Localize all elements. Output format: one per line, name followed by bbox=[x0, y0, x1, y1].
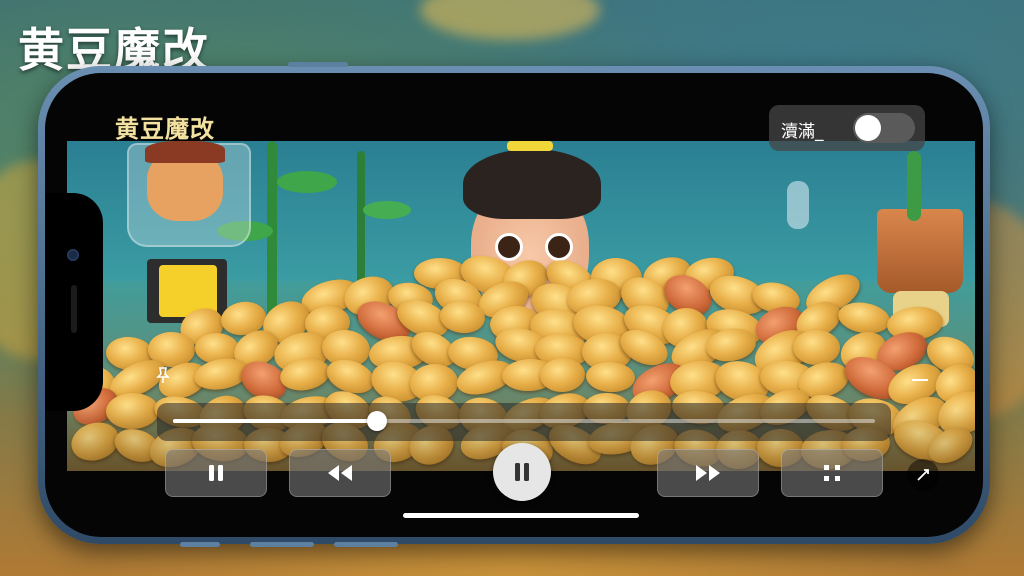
pause-icon bbox=[209, 465, 223, 481]
fast-forward-icon bbox=[696, 465, 720, 481]
rotate-icon[interactable] bbox=[907, 459, 939, 491]
bean-icon bbox=[585, 361, 636, 394]
background-blob bbox=[420, 0, 600, 40]
fast-forward-button[interactable] bbox=[657, 449, 759, 497]
cartoon-hair-icon bbox=[145, 141, 225, 163]
grid-dots-icon bbox=[824, 465, 840, 481]
home-indicator[interactable] bbox=[403, 513, 639, 518]
pause-button[interactable] bbox=[165, 449, 267, 497]
toggle-control[interactable]: 瀆滿_ bbox=[769, 105, 925, 151]
toggle-label: 瀆滿_ bbox=[781, 122, 824, 142]
plant-leaf-icon bbox=[363, 201, 411, 219]
flower-pot-icon bbox=[877, 209, 963, 293]
bean-icon bbox=[539, 356, 587, 394]
lamp-icon bbox=[787, 181, 809, 229]
toggle-switch[interactable] bbox=[853, 113, 915, 143]
phone-notch bbox=[45, 193, 103, 411]
phone-screen: 黄豆魔改 瀆滿_ bbox=[45, 73, 983, 537]
phone-side-button bbox=[334, 542, 398, 547]
play-pause-button[interactable] bbox=[493, 443, 551, 501]
phone-side-button bbox=[250, 542, 314, 547]
character-crown-icon bbox=[507, 141, 553, 151]
progress-bar-panel bbox=[157, 403, 891, 441]
phone-side-button bbox=[180, 542, 220, 547]
progress-fill bbox=[173, 419, 377, 423]
plant-leaf-icon bbox=[277, 171, 337, 193]
character-eye-icon bbox=[545, 233, 573, 261]
phone-side-button bbox=[288, 62, 348, 67]
minus-icon[interactable] bbox=[909, 369, 931, 390]
speaker-icon bbox=[71, 285, 77, 333]
bean-icon bbox=[792, 329, 840, 366]
fullscreen-button[interactable] bbox=[781, 449, 883, 497]
toggle-knob bbox=[855, 115, 881, 141]
plant-leaf-icon bbox=[907, 151, 921, 221]
progress-thumb[interactable] bbox=[366, 411, 387, 431]
pin-icon[interactable] bbox=[153, 365, 173, 390]
character-eye-icon bbox=[495, 233, 523, 261]
phone-frame: 黄豆魔改 瀆滿_ bbox=[38, 62, 990, 547]
video-title: 黄豆魔改 bbox=[115, 115, 215, 143]
camera-icon bbox=[67, 249, 79, 261]
pause-icon bbox=[515, 463, 529, 481]
character-hair-icon bbox=[463, 149, 601, 219]
rewind-button[interactable] bbox=[289, 449, 391, 497]
progress-track[interactable] bbox=[173, 411, 875, 431]
rewind-icon bbox=[328, 465, 352, 481]
